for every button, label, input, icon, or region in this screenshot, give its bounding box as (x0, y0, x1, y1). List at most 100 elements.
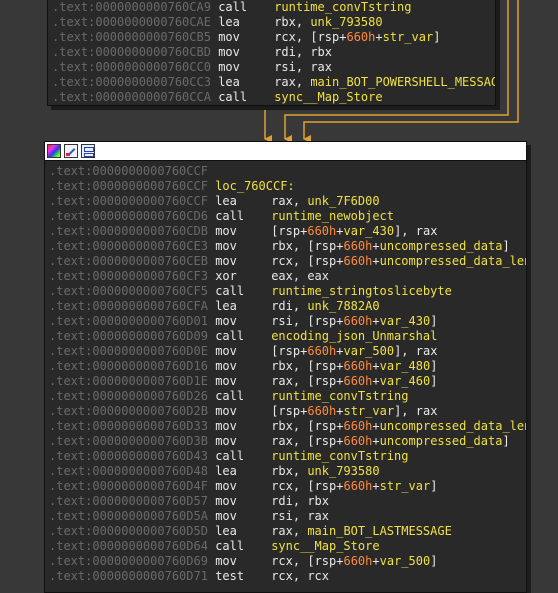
symbol-name[interactable]: runtime_stringtoslicebyte (271, 284, 452, 298)
disasm-line[interactable]: .text:0000000000760CCF (49, 164, 526, 179)
disasm-line[interactable]: .text:0000000000760D57 mov rdi, rbx (49, 494, 526, 509)
disasm-line[interactable]: .text:0000000000760CCF lea rax, unk_7F6D0… (49, 194, 526, 209)
symbol-name[interactable]: uncompressed_data_len (380, 254, 526, 268)
register: rax (271, 194, 293, 208)
register: rcx (271, 254, 293, 268)
mnemonic: call (215, 284, 245, 298)
disasm-line[interactable]: .text:0000000000760D71 test rcx, rcx (49, 569, 526, 584)
symbol-name[interactable]: var_500 (380, 554, 431, 568)
rename-node-icon[interactable] (64, 144, 78, 158)
disasm-line[interactable]: .text:0000000000760CAE lea rbx, unk_79358… (52, 15, 495, 30)
disasm-line[interactable]: .text:0000000000760D2B mov [rsp+660h+str_… (49, 404, 526, 419)
disasm-line[interactable]: .text:0000000000760D48 lea rbx, unk_79358… (49, 464, 526, 479)
disasm-line[interactable]: .text:0000000000760D01 mov rsi, [rsp +660h… (49, 314, 526, 329)
address: .text:0000000000760CF3 (49, 269, 208, 283)
address: .text:0000000000760D26 (49, 389, 208, 403)
disasm-line[interactable]: .text:0000000000760D0E mov [rsp+660h+var_… (49, 344, 526, 359)
disasm-line[interactable]: .text:0000000000760CF3 xor eax, eax (49, 269, 526, 284)
operand-punct: + (372, 359, 380, 373)
disasm-line[interactable]: .text:0000000000760CFA lea rdi, unk_7882A… (49, 299, 526, 314)
symbol-name[interactable]: unk_7882A0 (307, 299, 379, 313)
disasm-line[interactable]: .text:0000000000760CE3 mov rbx, [rsp +660h… (49, 239, 526, 254)
symbol-name[interactable]: uncompressed_data (380, 239, 503, 253)
disasm-line[interactable]: .text:0000000000760D64 call sync__Map_Sto… (49, 539, 526, 554)
symbol-name[interactable]: sync__Map_Store (271, 539, 379, 553)
symbol-name[interactable]: str_var (383, 30, 434, 44)
mnemonic: mov (215, 314, 237, 328)
symbol-name[interactable]: unk_7F6D00 (307, 194, 379, 208)
operand-punct: , (292, 464, 308, 478)
offset: 660h (343, 359, 373, 373)
symbol-name[interactable]: runtime_convTstring (271, 389, 408, 403)
group-nodes-icon[interactable] (81, 144, 95, 158)
disasm-line[interactable]: .text:0000000000760D69 mov rcx, [rsp +660h… (49, 554, 526, 569)
disasm-line[interactable]: .text:0000000000760CDB mov [rsp+660h+var_… (49, 224, 526, 239)
symbol-name[interactable]: sync__Map_Store (274, 90, 382, 104)
mnemonic: lea (215, 524, 237, 538)
disasm-line[interactable]: .text:0000000000760D43 call runtime_convT… (49, 449, 526, 464)
disasm-line[interactable]: .text:0000000000760D1E mov rax, [rsp +660h… (49, 374, 526, 389)
disasm-line[interactable]: .text:0000000000760D16 mov rbx, [rsp +660h… (49, 359, 526, 374)
disasm-line[interactable]: .text:0000000000760D26 call runtime_convT… (49, 389, 526, 404)
register: rax (274, 75, 296, 89)
symbol-name[interactable]: var_480 (380, 359, 431, 373)
register: rcx (307, 569, 330, 583)
disasm-line[interactable]: .text:0000000000760D5A mov rsi, rax (49, 509, 526, 524)
symbol-name[interactable]: str_var (380, 479, 431, 493)
disasm-line[interactable]: .text:0000000000760CF5 call runtime_strin… (49, 284, 526, 299)
disasm-line[interactable]: .text:0000000000760CCF loc_760CCF: (49, 179, 526, 194)
symbol-name[interactable]: var_460 (380, 374, 431, 388)
symbol-name[interactable]: runtime_convTstring (271, 449, 408, 463)
symbol-name[interactable]: uncompressed_data (380, 434, 503, 448)
symbol-name[interactable]: encoding_json_Unmarshal (271, 329, 437, 343)
disasm-line[interactable]: .text:0000000000760CCA call sync__Map_Sto… (52, 90, 495, 105)
symbol-name[interactable]: var_430 (343, 224, 394, 238)
register: rax (307, 509, 330, 523)
register: rbx (271, 239, 293, 253)
offset: 660h (343, 374, 373, 388)
mnemonic: mov (215, 404, 237, 418)
operand-punct: + (372, 479, 380, 493)
offset: 660h (343, 479, 373, 493)
symbol-name[interactable]: main_BOT_LASTMESSAGE (307, 524, 452, 538)
disasm-line[interactable]: .text:0000000000760D4F mov rcx, [rsp +660h… (49, 479, 526, 494)
symbol-name[interactable]: runtime_newobject (271, 209, 394, 223)
register: rsp (314, 314, 337, 328)
disasm-line[interactable]: .text:0000000000760CD6 call runtime_newob… (49, 209, 526, 224)
operand-punct: , [ (292, 254, 315, 268)
mnemonic: mov (215, 509, 237, 523)
symbol-name[interactable]: str_var (343, 404, 394, 418)
symbol-name[interactable]: uncompressed_data_len (380, 419, 526, 433)
symbol-name[interactable]: unk_793580 (310, 15, 382, 29)
mnemonic: mov (215, 494, 237, 508)
register: rcx (274, 30, 296, 44)
operand-punct: , [ (295, 30, 318, 44)
disasm-line[interactable]: .text:0000000000760CC0 mov rsi, rax (52, 60, 495, 75)
operand-punct: , (292, 569, 308, 583)
disasm-line[interactable]: .text:0000000000760CB5 mov rcx, [rsp +660h… (52, 30, 495, 45)
disasm-line[interactable]: .text:0000000000760CBD mov rdi, rbx (52, 45, 495, 60)
code-block-top[interactable]: .text:0000000000760CA9 call runtime_convT… (47, 0, 496, 106)
disasm-line[interactable]: .text:0000000000760CA9 call runtime_convT… (52, 0, 495, 15)
disasm-line[interactable]: .text:0000000000760CEB mov rcx, [rsp +660h… (49, 254, 526, 269)
disasm-line[interactable]: .text:0000000000760D09 call encoding_json… (49, 329, 526, 344)
disasm-line[interactable]: .text:0000000000760D33 mov rbx, [rsp +660h… (49, 419, 526, 434)
disasm-line[interactable]: .text:0000000000760CC3 lea rax, main_BOT_… (52, 75, 495, 90)
mnemonic: lea (215, 464, 237, 478)
symbol-name[interactable]: main_BOT_POWERSHELL_MESSAGE (310, 75, 495, 89)
register: rax (415, 404, 438, 418)
code-block-loc-760ccf[interactable]: .text:0000000000760CCF .text:00000000007… (44, 141, 527, 593)
operand-punct: ] (430, 359, 438, 373)
register: rsp (314, 374, 337, 388)
symbol-name[interactable]: var_500 (343, 344, 394, 358)
disassembly-lines: .text:0000000000760CA9 call runtime_convT… (52, 0, 495, 105)
operand-punct: ], (394, 404, 416, 418)
code-label[interactable]: loc_760CCF: (215, 179, 294, 193)
register: rsp (317, 30, 340, 44)
symbol-name[interactable]: var_430 (380, 314, 431, 328)
disasm-line[interactable]: .text:0000000000760D3B mov rax, [rsp +660h… (49, 434, 526, 449)
symbol-name[interactable]: runtime_convTstring (274, 0, 411, 14)
symbol-name[interactable]: unk_793580 (307, 464, 379, 478)
node-color-icon[interactable] (47, 144, 61, 158)
disasm-line[interactable]: .text:0000000000760D5D lea rax, main_BOT_… (49, 524, 526, 539)
